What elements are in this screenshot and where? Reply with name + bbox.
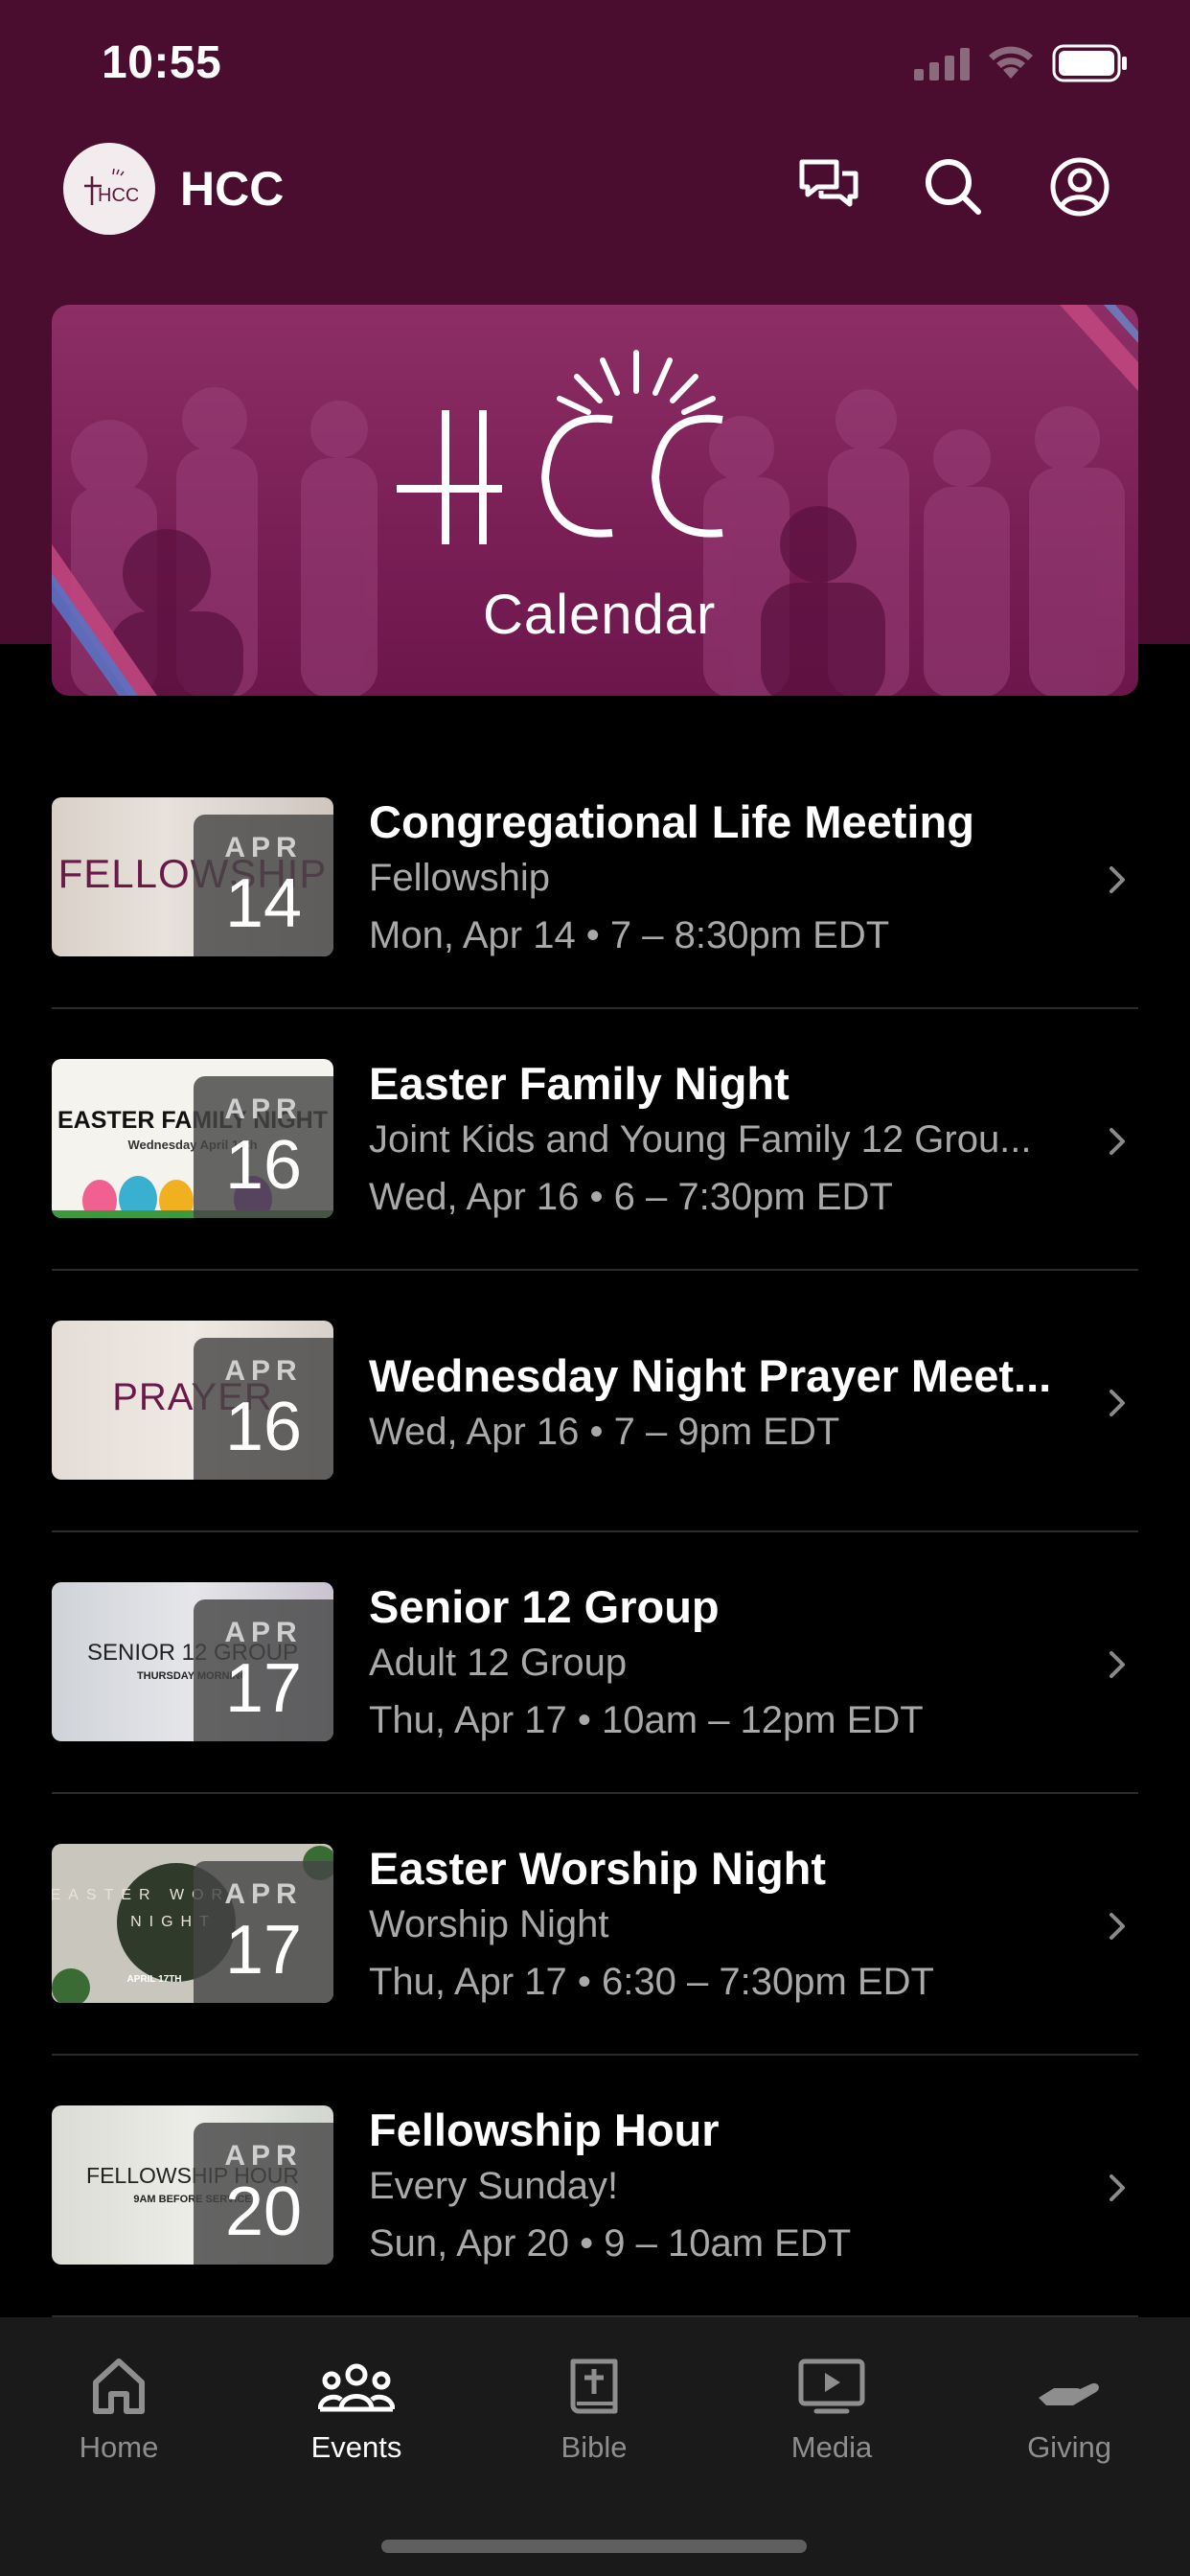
giving-icon: [1039, 2382, 1099, 2405]
event-thumbnail: EASTER WORSHIP NIGHT APRIL 17TH APR 17: [52, 1844, 333, 2003]
event-time: Wed, Apr 16 • 6 – 7:30pm EDT: [369, 1176, 893, 1218]
chat-icon: [799, 159, 858, 207]
date-badge: APR 17: [194, 1599, 333, 1741]
event-time: Mon, Apr 14 • 7 – 8:30pm EDT: [369, 914, 890, 956]
chevron-right-icon: [1110, 1913, 1125, 1940]
home-icon: [93, 2358, 145, 2414]
date-day: 20: [224, 2174, 303, 2250]
wifi-icon: [989, 46, 1033, 79]
event-thumbnail: EASTER FAMILY NIGHT Wednesday April 16th…: [52, 1059, 333, 1218]
event-time: Wed, Apr 16 • 7 – 9pm EDT: [369, 1411, 840, 1453]
event-title: Easter Family Night: [369, 1058, 790, 1109]
event-time: Thu, Apr 17 • 6:30 – 7:30pm EDT: [369, 1961, 934, 2003]
event-item[interactable]: EASTER FAMILY NIGHT Wednesday April 16th…: [52, 1009, 1138, 1271]
calendar-banner: Calendar: [52, 305, 1138, 696]
date-badge: APR 16: [194, 1076, 333, 1218]
date-day: 17: [224, 1650, 303, 1727]
event-item[interactable]: FELLOWSHIP HOUR 9AM BEFORE SERVICE APR 2…: [52, 2056, 1138, 2317]
app-name: HCC: [180, 162, 285, 216]
tab-label: Events: [310, 2430, 402, 2464]
tab-giving[interactable]: Giving: [973, 2356, 1165, 2480]
chevron-right-icon: [1110, 866, 1125, 893]
event-item[interactable]: FELLOWSHIP APR 14 Congregational Life Me…: [52, 748, 1138, 1009]
event-item[interactable]: PRAYER APR 16 Wednesday Night Prayer Mee…: [52, 1271, 1138, 1532]
status-time: 10:55: [102, 37, 222, 88]
date-badge: APR 17: [194, 1861, 333, 2003]
search-button[interactable]: [920, 153, 987, 220]
battery-icon: [1052, 44, 1127, 82]
status-bar: 10:55: [0, 0, 1190, 134]
tab-bible[interactable]: Bible: [498, 2356, 690, 2480]
chevron-right-icon: [1110, 1390, 1125, 1416]
church-logo[interactable]: HCC: [63, 143, 155, 235]
event-category: Worship Night: [369, 1903, 609, 1945]
date-month: APR: [224, 1617, 303, 1648]
bible-icon: [570, 2358, 618, 2414]
event-time: Sun, Apr 20 • 9 – 10am EDT: [369, 2222, 852, 2265]
chevron-right-icon: [1110, 2174, 1125, 2201]
people-icon: [318, 2363, 395, 2412]
logo-letters: HCC: [98, 185, 138, 206]
event-title: Senior 12 Group: [369, 1581, 720, 1632]
tab-label: Bible: [561, 2430, 628, 2464]
date-month: APR: [224, 832, 303, 863]
event-time: Thu, Apr 17 • 10am – 12pm EDT: [369, 1699, 924, 1741]
event-item[interactable]: SENIOR 12 GROUP THURSDAY MORNING APR 17 …: [52, 1532, 1138, 1794]
home-indicator[interactable]: [381, 2540, 807, 2553]
search-icon: [926, 159, 981, 215]
tab-label: Home: [79, 2430, 159, 2464]
date-month: APR: [224, 1093, 303, 1125]
date-month: APR: [224, 1878, 303, 1910]
date-day: 14: [224, 865, 303, 942]
event-category: Fellowship: [369, 857, 550, 899]
banner-subtitle: Calendar: [483, 584, 717, 646]
tab-label: Giving: [1027, 2430, 1111, 2464]
hcc-banner-logo: [397, 410, 723, 544]
tab-media[interactable]: Media: [736, 2356, 927, 2480]
date-day: 17: [224, 1912, 303, 1989]
event-thumbnail: FELLOWSHIP APR 14: [52, 797, 333, 956]
cellular-signal-icon: [914, 48, 970, 80]
event-thumbnail: SENIOR 12 GROUP THURSDAY MORNING APR 17: [52, 1582, 333, 1741]
chevron-right-icon: [1110, 1128, 1125, 1155]
date-badge: APR 14: [194, 815, 333, 956]
date-month: APR: [224, 2140, 303, 2172]
event-category: Every Sunday!: [369, 2165, 619, 2207]
event-category: Adult 12 Group: [369, 1642, 628, 1684]
event-title: Congregational Life Meeting: [369, 796, 974, 847]
tab-label: Media: [790, 2430, 873, 2464]
date-day: 16: [224, 1127, 303, 1204]
event-title: Easter Worship Night: [369, 1843, 827, 1894]
profile-icon: [1050, 157, 1110, 217]
event-title: Wednesday Night Prayer Meet...: [369, 1350, 1052, 1401]
date-month: APR: [224, 1355, 303, 1387]
profile-button[interactable]: [1046, 153, 1113, 220]
date-day: 16: [224, 1389, 303, 1465]
chevron-right-icon: [1110, 1651, 1125, 1678]
date-badge: APR 16: [194, 1338, 333, 1480]
tab-home[interactable]: Home: [23, 2356, 215, 2480]
app-header: HCC HCC: [0, 134, 1190, 249]
messages-button[interactable]: [795, 153, 862, 220]
tab-events[interactable]: Events: [261, 2356, 452, 2480]
event-category: Joint Kids and Young Family 12 Grou...: [369, 1118, 1032, 1161]
event-title: Fellowship Hour: [369, 2104, 720, 2155]
bottom-tab-bar: Home Events Bible Media Giving: [0, 2317, 1190, 2576]
media-icon: [798, 2358, 865, 2414]
church-logo-icon: HCC: [84, 168, 138, 206]
date-badge: APR 20: [194, 2123, 333, 2265]
event-thumbnail: PRAYER APR 16: [52, 1321, 333, 1480]
event-item[interactable]: EASTER WORSHIP NIGHT APRIL 17TH APR 17 E…: [52, 1794, 1138, 2056]
event-thumbnail: FELLOWSHIP HOUR 9AM BEFORE SERVICE APR 2…: [52, 2105, 333, 2265]
